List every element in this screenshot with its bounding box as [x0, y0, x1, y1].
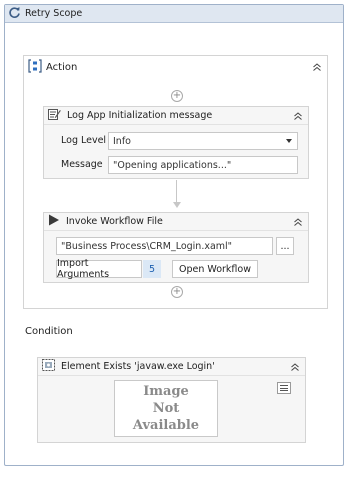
log-message-activity[interactable]: Log App Initialization message Log Level…: [43, 106, 309, 179]
retry-scope-header[interactable]: Retry Scope: [5, 5, 343, 23]
open-workflow-button[interactable]: Open Workflow: [172, 260, 258, 278]
import-arguments-button[interactable]: Import Arguments: [56, 258, 142, 280]
log-message-header[interactable]: Log App Initialization message: [44, 107, 308, 125]
image-not-available-placeholder: Image Not Available: [114, 380, 218, 437]
message-label: Message: [61, 159, 103, 170]
element-exists-title: Element Exists 'javaw.exe Login': [61, 361, 215, 372]
element-exists-activity[interactable]: Element Exists 'javaw.exe Login' Image N…: [37, 357, 306, 443]
collapse-icon[interactable]: [289, 361, 301, 373]
invoke-workflow-activity[interactable]: Invoke Workflow File "Business Process\C…: [43, 212, 309, 283]
image-placeholder-line: Image: [143, 384, 189, 399]
log-icon: [48, 108, 61, 123]
chevron-down-icon: [286, 139, 292, 143]
collapse-icon[interactable]: [292, 216, 304, 228]
add-activity-icon[interactable]: +: [171, 286, 183, 298]
collapse-icon[interactable]: [311, 61, 323, 73]
connector-line: [176, 180, 177, 203]
action-header[interactable]: Action: [24, 56, 327, 78]
retry-scope-container[interactable]: Retry Scope Action + Log App Initializat…: [4, 4, 344, 466]
target-icon: [42, 359, 55, 374]
log-level-value: Info: [113, 135, 131, 147]
message-input[interactable]: "Opening applications...": [108, 156, 298, 174]
log-level-label: Log Level: [61, 135, 107, 146]
add-activity-icon[interactable]: +: [171, 90, 183, 102]
image-placeholder-line: Not: [152, 401, 180, 416]
workflow-file-input[interactable]: "Business Process\CRM_Login.xaml": [56, 237, 273, 255]
collapse-icon[interactable]: [292, 110, 304, 122]
image-placeholder-line: Available: [132, 418, 200, 433]
menu-icon[interactable]: [277, 382, 291, 394]
condition-label: Condition: [25, 326, 73, 337]
invoke-workflow-header[interactable]: Invoke Workflow File: [44, 213, 308, 231]
browse-button[interactable]: ...: [276, 237, 294, 255]
message-value: "Opening applications...": [113, 159, 232, 171]
play-icon: [48, 214, 60, 229]
retry-icon: [8, 6, 21, 22]
action-sequence[interactable]: Action + Log App Initialization message …: [23, 55, 328, 309]
retry-scope-title: Retry Scope: [25, 8, 83, 19]
invoke-workflow-title: Invoke Workflow File: [66, 216, 163, 227]
workflow-file-value: "Business Process\CRM_Login.xaml": [61, 240, 233, 252]
sequence-icon: [28, 58, 42, 76]
import-arguments-count: 5: [143, 260, 161, 278]
element-exists-header[interactable]: Element Exists 'javaw.exe Login': [38, 358, 305, 376]
log-message-title: Log App Initialization message: [67, 110, 213, 121]
log-level-select[interactable]: Info: [108, 132, 298, 150]
connector-arrow-icon: [173, 202, 181, 208]
action-title: Action: [46, 61, 78, 73]
